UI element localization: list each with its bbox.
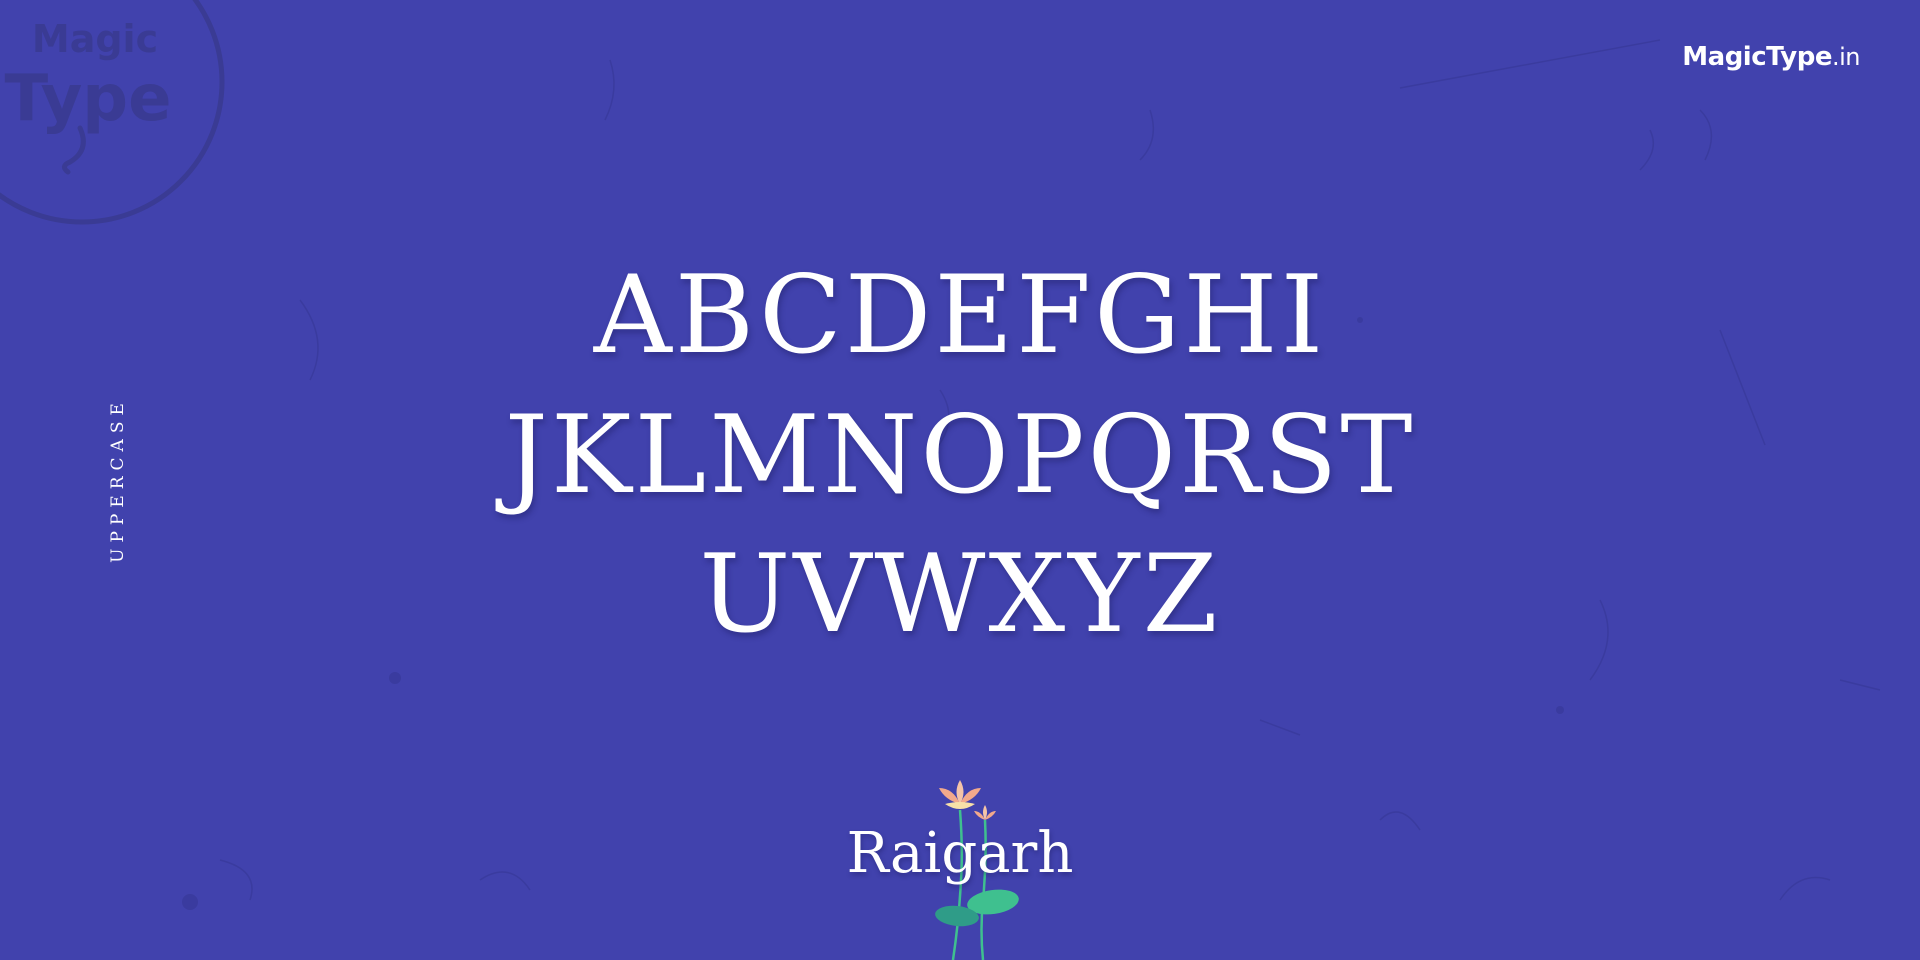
alphabet-row-2: JKLMNOPQRST: [504, 393, 1416, 518]
font-name-title: Raigarh: [846, 821, 1074, 886]
alphabet-row-1: ABCDEFGHI: [593, 253, 1327, 378]
lotus-flower-small: [974, 805, 996, 820]
seal-line-1: Magic: [32, 17, 158, 61]
lotus-flower-large: [939, 780, 981, 809]
brand-name: MagicType: [1682, 42, 1832, 72]
alphabet-row-3: UVWXYZ: [699, 532, 1221, 657]
magictype-seal-logo: Magic Type: [0, 0, 225, 225]
brand-logo[interactable]: MagicType.in: [1682, 42, 1860, 72]
seal-line-2: Type: [5, 62, 172, 136]
brand-tld: .in: [1831, 43, 1861, 71]
